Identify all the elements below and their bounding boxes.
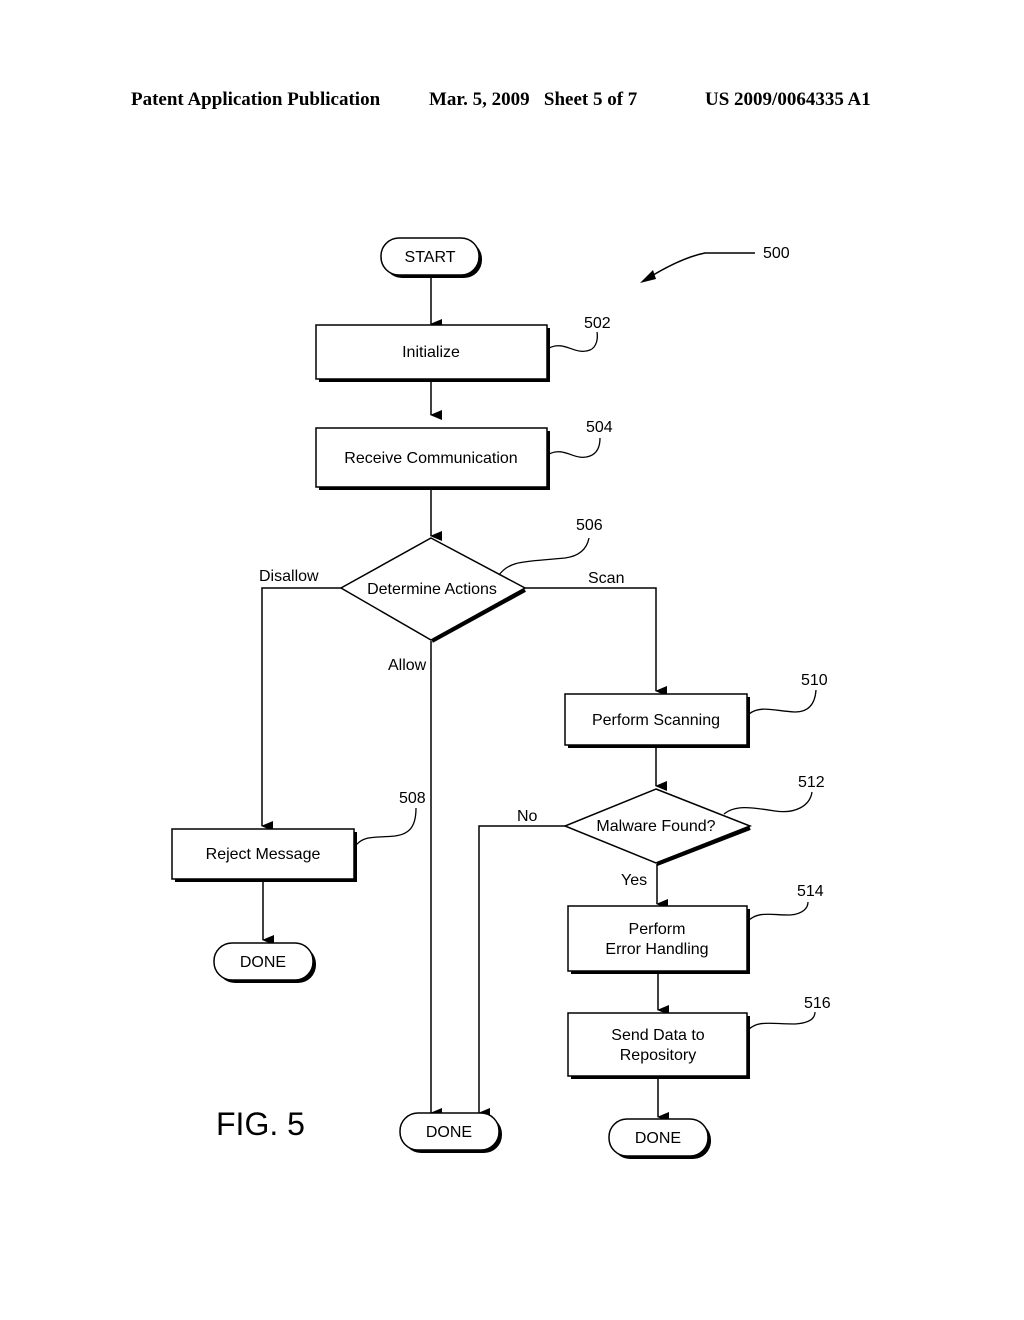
- ref-512: 512: [798, 774, 825, 791]
- done-left-label: DONE: [240, 954, 286, 971]
- done-left-terminal: DONE: [213, 942, 316, 983]
- leader-508: [355, 807, 417, 846]
- leader-504: [548, 437, 601, 458]
- reference-arrowhead-icon: [640, 270, 656, 283]
- perform-scanning-label: Perform Scanning: [592, 712, 720, 729]
- done-right-label: DONE: [635, 1130, 681, 1147]
- initialize-label: Initialize: [402, 344, 460, 361]
- determine-actions-decision: Determine Actions 506: [339, 517, 603, 643]
- edge-label-allow: Allow: [388, 657, 427, 674]
- leader-506: [498, 537, 590, 576]
- error-handling-step: Perform Error Handling 514: [567, 883, 824, 974]
- edge-determine-reject: [261, 587, 341, 831]
- error-handling-label-line2: Error Handling: [605, 941, 708, 958]
- flowchart: 500 START Initialize 502 Receive Communi…: [171, 237, 831, 1159]
- ref-514: 514: [797, 883, 824, 900]
- malware-found-decision: Malware Found? 512: [563, 774, 825, 866]
- determine-actions-label: Determine Actions: [367, 581, 497, 598]
- leader-516: [747, 1011, 816, 1031]
- ref-502: 502: [584, 315, 611, 332]
- done-middle-terminal: DONE: [399, 1112, 502, 1153]
- edge-label-scan: Scan: [588, 570, 624, 587]
- send-data-step: Send Data to Repository 516: [567, 995, 831, 1079]
- edge-label-disallow: Disallow: [259, 568, 319, 585]
- send-data-label-line1: Send Data to: [611, 1027, 705, 1044]
- leader-512: [723, 791, 813, 815]
- leader-514: [747, 901, 809, 922]
- send-data-label-line2: Repository: [620, 1047, 696, 1064]
- ref-504: 504: [586, 419, 613, 436]
- initialize-step: Initialize 502: [315, 315, 611, 382]
- start-terminal: START: [380, 237, 482, 278]
- reject-message-label: Reject Message: [206, 846, 321, 863]
- leader-510: [748, 689, 817, 715]
- receive-communication-label: Receive Communication: [344, 450, 517, 467]
- edge-malware-done-middle: [478, 825, 565, 1118]
- ref-510: 510: [801, 672, 828, 689]
- figure-reference-500: 500: [640, 245, 790, 283]
- edge-label-yes: Yes: [621, 872, 647, 889]
- reference-arrow-500: [644, 252, 755, 281]
- error-handling-label-line1: Perform: [629, 921, 686, 938]
- ref-508: 508: [399, 790, 426, 807]
- malware-found-label: Malware Found?: [596, 818, 715, 835]
- done-right-terminal: DONE: [608, 1118, 711, 1159]
- receive-communication-step: Receive Communication 504: [315, 419, 613, 490]
- perform-scanning-step: Perform Scanning 510: [564, 672, 828, 748]
- edge-label-no: No: [517, 808, 538, 825]
- start-label: START: [405, 249, 456, 266]
- ref-516: 516: [804, 995, 831, 1012]
- figure-label: FIG. 5: [216, 1106, 305, 1142]
- leader-502: [548, 331, 598, 352]
- reject-message-step: Reject Message 508: [171, 790, 426, 882]
- done-middle-label: DONE: [426, 1124, 472, 1141]
- edge-determine-scanning: [525, 587, 667, 696]
- ref-506: 506: [576, 517, 603, 534]
- ref-500: 500: [763, 245, 790, 262]
